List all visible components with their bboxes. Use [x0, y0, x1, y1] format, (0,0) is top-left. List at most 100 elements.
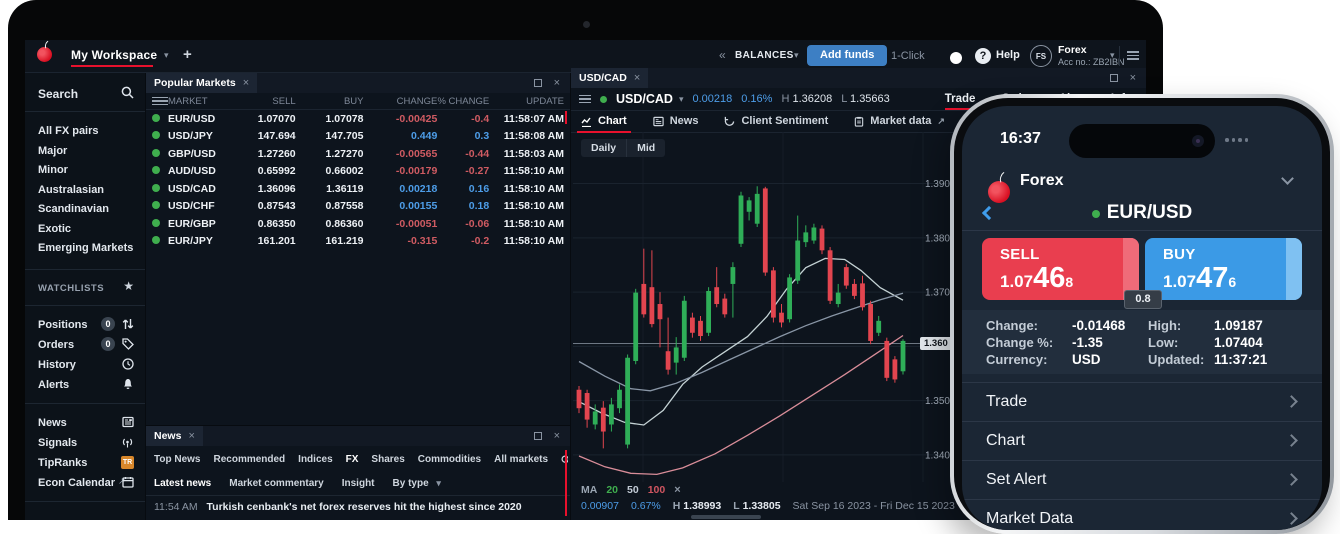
sidebar-item-signals[interactable]: Signals	[38, 437, 77, 449]
pct-change-column-header[interactable]: % CHANGE	[437, 96, 489, 107]
tab-all-markets[interactable]: All markets	[494, 454, 548, 465]
close-icon[interactable]: ×	[1130, 73, 1136, 83]
sell-cell[interactable]: 0.86350	[226, 218, 296, 230]
buy-cell[interactable]: 1.27270	[296, 148, 364, 160]
sell-cell[interactable]: 0.65992	[226, 165, 296, 177]
ma-50-toggle[interactable]: 50	[627, 484, 639, 496]
sidebar-item-all-fx-pairs[interactable]: All FX pairs	[38, 125, 99, 137]
table-row[interactable]: EUR/GBP0.863500.86360-0.00051-0.0611:58:…	[146, 215, 570, 233]
help-label[interactable]: Help	[996, 49, 1020, 61]
account-avatar[interactable]: FS	[1030, 45, 1052, 67]
workspace-tab[interactable]: My Workspace	[71, 48, 157, 62]
layout-menu-icon[interactable]	[1127, 49, 1139, 62]
sidebar-item-exotic[interactable]: Exotic	[38, 223, 71, 235]
change-column-header[interactable]: CHANGE	[363, 96, 437, 107]
table-row[interactable]: EUR/USD1.070701.07078-0.00425-0.411:58:0…	[146, 110, 570, 128]
legend-close-icon[interactable]: ×	[674, 485, 680, 495]
balances-menu[interactable]: BALANCES	[735, 50, 794, 61]
sell-column-header[interactable]: SELL	[226, 96, 296, 107]
instrument-symbol[interactable]: USD/CAD	[616, 92, 673, 106]
drag-handle-icon[interactable]	[152, 95, 168, 108]
tab-shares[interactable]: Shares	[371, 454, 404, 465]
help-icon[interactable]: ?	[975, 48, 991, 64]
ma-100-toggle[interactable]: 100	[648, 484, 666, 496]
market-column-header[interactable]: MARKET	[168, 96, 226, 107]
tab-indices[interactable]: Indices	[298, 454, 332, 465]
sell-cell[interactable]: 1.27260	[226, 148, 296, 160]
tab-top-news[interactable]: Top News	[154, 454, 200, 465]
sell-cell[interactable]: 161.201	[226, 235, 296, 247]
buy-cell[interactable]: 0.66002	[296, 165, 364, 177]
watchlists-star-icon[interactable]: ★	[123, 279, 134, 293]
tab-commodities[interactable]: Commodities	[418, 454, 481, 465]
update-column-header[interactable]: UPDATE	[489, 96, 564, 107]
buy-column-header[interactable]: BUY	[296, 96, 364, 107]
menu-item-set-alert[interactable]: Set Alert	[962, 460, 1322, 500]
close-icon[interactable]: ×	[554, 431, 560, 441]
menu-item-market-data[interactable]: Market Data	[962, 499, 1322, 530]
close-icon[interactable]: ×	[554, 78, 560, 88]
sidebar-item-tipranks[interactable]: TipRanks	[38, 457, 87, 469]
subtab-latest-news[interactable]: Latest news	[154, 478, 211, 489]
tab-client-sentiment[interactable]: Client Sentiment	[724, 115, 828, 127]
table-row[interactable]: USD/CAD1.360961.361190.002180.1611:58:10…	[146, 180, 570, 198]
instrument-caret-icon[interactable]: ▾	[679, 94, 684, 105]
menu-item-trade[interactable]: Trade	[962, 382, 1322, 422]
tab-news-view[interactable]: News	[653, 115, 699, 127]
buy-button[interactable]: BUY 1.07476	[1145, 238, 1302, 300]
search-icon[interactable]	[121, 86, 134, 99]
tab-popular-markets[interactable]: Popular Markets ×	[146, 73, 257, 93]
maximize-icon[interactable]	[1110, 74, 1118, 82]
buy-cell[interactable]: 0.86360	[296, 218, 364, 230]
menu-item-chart[interactable]: Chart	[962, 421, 1322, 461]
buy-cell[interactable]: 0.87558	[296, 200, 364, 212]
ma-20-toggle[interactable]: 20	[606, 484, 618, 496]
maximize-icon[interactable]	[534, 79, 542, 87]
sidebar-item-news[interactable]: News	[38, 417, 67, 429]
balances-caret-icon[interactable]: ▾	[794, 50, 799, 61]
sidebar-item-alerts[interactable]: Alerts	[38, 379, 69, 391]
buy-cell[interactable]: 161.219	[296, 235, 364, 247]
scroll-indicator[interactable]	[565, 450, 567, 516]
buy-cell[interactable]: 1.07078	[296, 113, 364, 125]
buy-cell[interactable]: 147.705	[296, 130, 364, 142]
sidebar-item-minor[interactable]: Minor	[38, 164, 68, 176]
close-icon[interactable]: ×	[188, 431, 194, 441]
tab-market-data[interactable]: Market data ↗	[854, 115, 945, 127]
sell-cell[interactable]: 1.36096	[226, 183, 296, 195]
sidebar-item-emerging-markets[interactable]: Emerging Markets	[38, 242, 133, 254]
sidebar-item-orders[interactable]: Orders	[38, 339, 74, 351]
sell-cell[interactable]: 1.07070	[226, 113, 296, 125]
tab-usdcad[interactable]: USD/CAD ×	[571, 68, 648, 88]
tab-recommended[interactable]: Recommended	[213, 454, 285, 465]
subtab-by-type[interactable]: By type ▾	[393, 478, 441, 489]
add-funds-button[interactable]: Add funds	[807, 45, 887, 66]
buy-cell[interactable]: 1.36119	[296, 183, 364, 195]
tab-fx[interactable]: FX	[346, 454, 359, 465]
tab-chart[interactable]: Chart	[581, 115, 627, 127]
sidebar-item-major[interactable]: Major	[38, 145, 67, 157]
table-row[interactable]: GBP/USD1.272601.27270-0.00565-0.4411:58:…	[146, 145, 570, 163]
account-caret-icon[interactable]: ▾	[1110, 50, 1115, 61]
sidebar-item-econ-calendar[interactable]: Econ Calendar	[38, 477, 115, 489]
price-mid-chip[interactable]: Mid	[626, 139, 665, 157]
table-row[interactable]: USD/JPY147.694147.7050.4490.311:58:08 AM	[146, 128, 570, 146]
close-icon[interactable]: ×	[634, 73, 640, 83]
subtab-insight[interactable]: Insight	[342, 478, 375, 489]
scroll-indicator[interactable]	[565, 111, 567, 124]
drag-handle-icon[interactable]	[579, 93, 591, 106]
close-icon[interactable]: ×	[243, 78, 249, 88]
subtab-market-commentary[interactable]: Market commentary	[229, 478, 323, 489]
collapse-balances-icon[interactable]: «	[719, 48, 726, 62]
search-field[interactable]: Search	[38, 87, 78, 101]
table-row[interactable]: USD/CHF0.875430.875580.001550.1811:58:10…	[146, 198, 570, 216]
sidebar-item-history[interactable]: History	[38, 359, 76, 371]
chevron-down-icon[interactable]	[1281, 172, 1294, 185]
workspace-caret-icon[interactable]: ▾	[164, 50, 169, 61]
sidebar-item-positions[interactable]: Positions	[38, 319, 88, 331]
table-row[interactable]: EUR/JPY161.201161.219-0.315-0.211:58:10 …	[146, 233, 570, 251]
table-row[interactable]: AUD/USD0.659920.66002-0.00179-0.2711:58:…	[146, 163, 570, 181]
horizontal-scrollbar[interactable]	[691, 515, 761, 519]
maximize-icon[interactable]	[534, 432, 542, 440]
sell-cell[interactable]: 147.694	[226, 130, 296, 142]
